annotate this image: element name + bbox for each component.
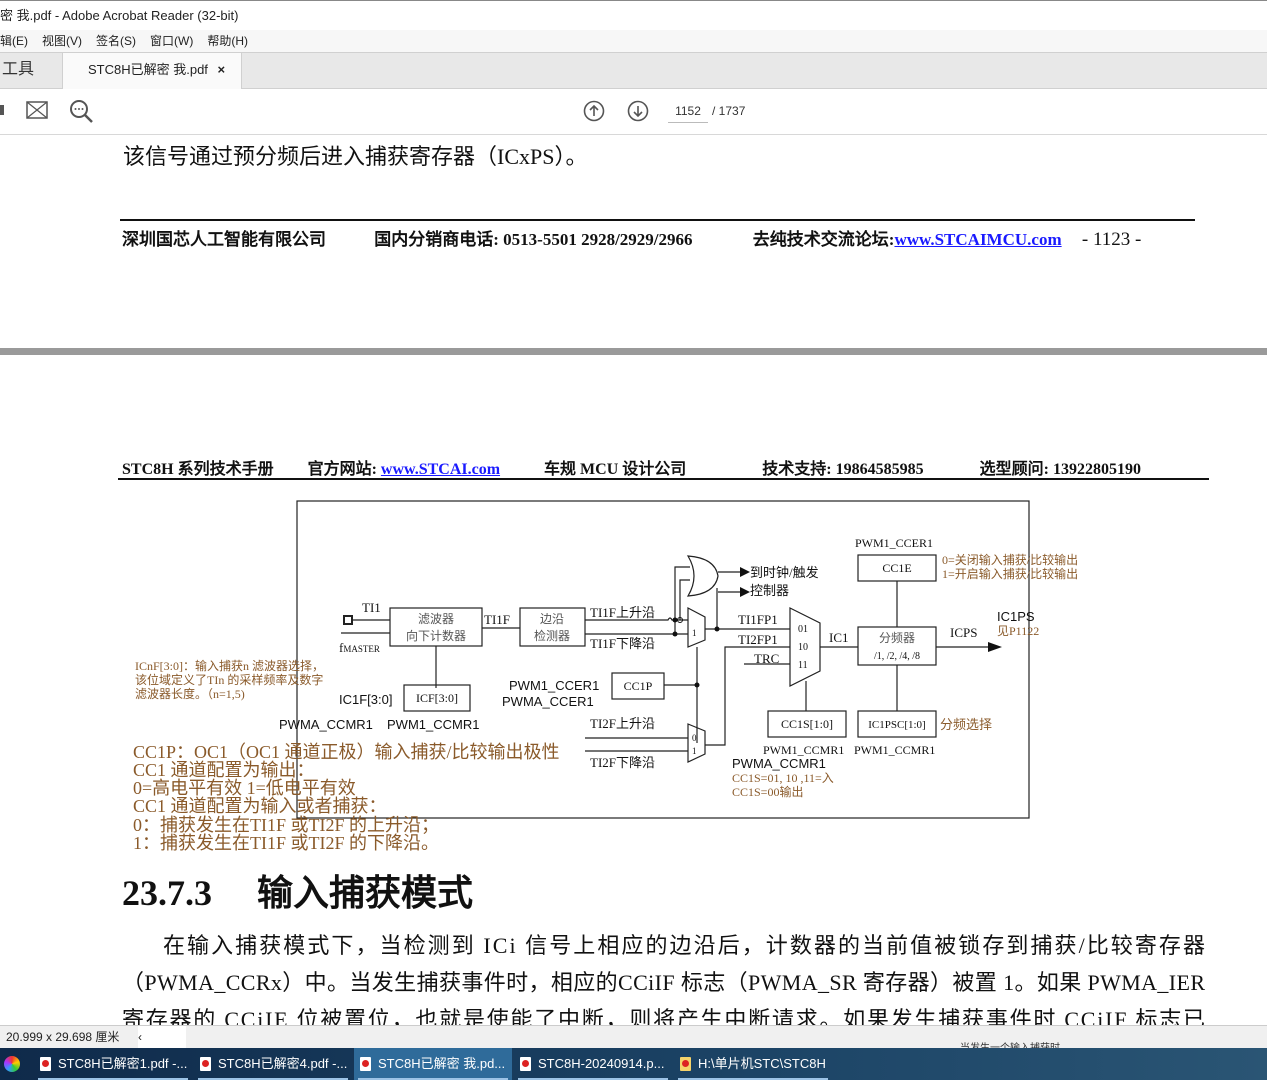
- label-cc1s-box: CC1S[1:0]: [781, 717, 833, 731]
- mux1: [687, 607, 706, 648]
- label-pwma-ccer1: PWMA_CCER1: [502, 694, 594, 709]
- label-icf-box: ICF[3:0]: [416, 691, 458, 705]
- taskbar-item-active[interactable]: STC8H已解密 我.pd...: [354, 1048, 512, 1080]
- ti1-pin: [343, 615, 353, 625]
- label-mux-01: 01: [798, 624, 808, 635]
- note-icnf-1: ICnF[3:0]：输入捕获n 滤波器选择，: [135, 658, 324, 673]
- label-ti2f-rise: TI2F上升沿: [590, 716, 655, 731]
- note-cc1e-1: 1=开启输入捕获/比较输出: [942, 566, 1078, 581]
- label-controller: 控制器: [750, 583, 789, 598]
- cc1p-note: 1：捕获发生在TI1F 或TI2F 的下降沿。: [133, 833, 439, 853]
- label-ic1f: IC1F[3:0]: [339, 692, 392, 707]
- label-prescaler: 分频器: [879, 631, 915, 645]
- label-ti1f-fall: TI1F下降沿: [590, 636, 655, 651]
- label-ti2fp1: TI2FP1: [738, 632, 778, 647]
- taskbar: STC8H已解密1.pdf -... STC8H已解密4.pdf -... ST…: [0, 1048, 1267, 1080]
- label-pwm1-ccmr1-b: PWM1_CCMR1: [763, 743, 844, 757]
- label-ic1psc-reg: PWM1_CCMR1: [854, 743, 935, 757]
- label-down-counter: 向下计数器: [406, 628, 466, 643]
- label-filter: 滤波器: [418, 612, 454, 626]
- taskbar-item[interactable]: STC8H已解密1.pdf -...: [34, 1048, 192, 1080]
- label-ti1fp1: TI1FP1: [738, 612, 778, 627]
- section-number: 23.7.3: [122, 873, 212, 913]
- pdf-icon: [200, 1057, 211, 1071]
- collapse-chevron-icon[interactable]: ‹: [138, 1026, 186, 1048]
- note-icnf-2: 该位域定义了TIn 的采样频率及数字: [135, 672, 323, 687]
- label-ti1f-rise: TI1F上升沿: [590, 605, 655, 620]
- start-app-icon[interactable]: [4, 1056, 20, 1072]
- cc1p-note: CC1 通道配置为输入或者捕获：: [133, 796, 387, 816]
- note-cc1e-0: 0=关闭输入捕获/比较输出: [942, 552, 1078, 567]
- cc1p-note: 0=高电平有效 1=低电平有效: [133, 778, 356, 798]
- label-detector: 检测器: [534, 628, 570, 643]
- note-see-page: 见P1122: [997, 624, 1039, 638]
- label-ccer-top: PWM1_CCER1: [855, 536, 933, 550]
- label-ti2f-fall: TI2F下降沿: [590, 755, 655, 770]
- folder-icon: [680, 1057, 691, 1071]
- label-mux2-1: 1: [692, 746, 697, 756]
- label-ic1psc-box: IC1PSC[1:0]: [868, 719, 925, 731]
- label-mux-10: 10: [798, 642, 808, 653]
- label-ti1f: TI1F: [484, 612, 510, 627]
- taskbar-item[interactable]: STC8H已解密4.pdf -...: [194, 1048, 352, 1080]
- label-to-clock: 到时钟/触发: [750, 565, 819, 580]
- section-title: 输入捕获模式: [257, 873, 473, 913]
- label-mux1-1: 1: [692, 628, 697, 638]
- label-cc1p: CC1P: [624, 679, 653, 693]
- cc1p-note: CC1 通道配置为输出：: [133, 760, 315, 780]
- label-mux-11: 11: [798, 660, 808, 671]
- label-edge: 边沿: [540, 612, 564, 626]
- pdf-icon: [520, 1057, 531, 1071]
- label-pwm1-ccer1: PWM1_CCER1: [509, 678, 599, 693]
- label-trc: TRC: [754, 651, 779, 666]
- taskbar-item[interactable]: STC8H-20240914.p...: [514, 1048, 672, 1080]
- paragraph-line: 寄存器的 CCiIE 位被置位，也就是使能了中断，则将产生中断请求。如果发生捕获…: [122, 1007, 1205, 1025]
- label-cc1e: CC1E: [882, 561, 911, 575]
- note-cc1s-input: CC1S=01, 10 ,11=入: [732, 771, 834, 785]
- note-icnf-3: 滤波器长度。（n=1,5): [135, 686, 245, 701]
- taskbar-item[interactable]: H:\单片机STC\STC8H: [674, 1048, 832, 1080]
- or-gate: [686, 555, 719, 597]
- label-ic1ps: IC1PS: [997, 609, 1035, 624]
- pdf-icon: [360, 1057, 371, 1071]
- capture-block-diagram: TI1 fMASTER 滤波器 向下计数器 TI1F 边沿 检测器 TI1F上升…: [122, 500, 1205, 1025]
- label-ti1: TI1: [362, 600, 381, 615]
- cc1p-note: CC1P：OC1（OC1 通道正极）输入捕获/比较输出极性: [133, 742, 560, 762]
- label-mux2-0: 0: [692, 733, 697, 743]
- label-ic1: IC1: [829, 630, 849, 645]
- status-bar: 20.999 x 29.698 厘米 ‹ 当发生一个输入捕获时,: [0, 1025, 1267, 1054]
- paragraph-line: （PWMA_CCRx）中。当发生捕获事件时，相应的CCiIF 标志（PWMA_S…: [122, 970, 1205, 995]
- label-icps: ICPS: [950, 625, 977, 640]
- label-prescaler-ratios: /1, /2, /4, /8: [874, 651, 920, 662]
- note-prescaler-select: 分频选择: [940, 717, 992, 732]
- note-cc1s-output: CC1S=00输出: [732, 784, 803, 799]
- label-pwm1-ccmr1: PWM1_CCMR1: [387, 717, 479, 732]
- page-size: 20.999 x 29.698 厘米: [6, 1030, 120, 1044]
- label-pwma-ccmr1: PWMA_CCMR1: [279, 717, 373, 732]
- pdf-icon: [40, 1057, 51, 1071]
- paragraph-line: 在输入捕获模式下，当检测到 ICi 信号上相应的边沿后，计数器的当前值被锁存到捕…: [163, 933, 1205, 958]
- label-pwma-ccmr1-b: PWMA_CCMR1: [732, 756, 826, 771]
- cc1p-note: 0：捕获发生在TI1F 或TI2F 的上升沿；: [133, 815, 439, 835]
- label-fmaster: fMASTER: [339, 640, 380, 655]
